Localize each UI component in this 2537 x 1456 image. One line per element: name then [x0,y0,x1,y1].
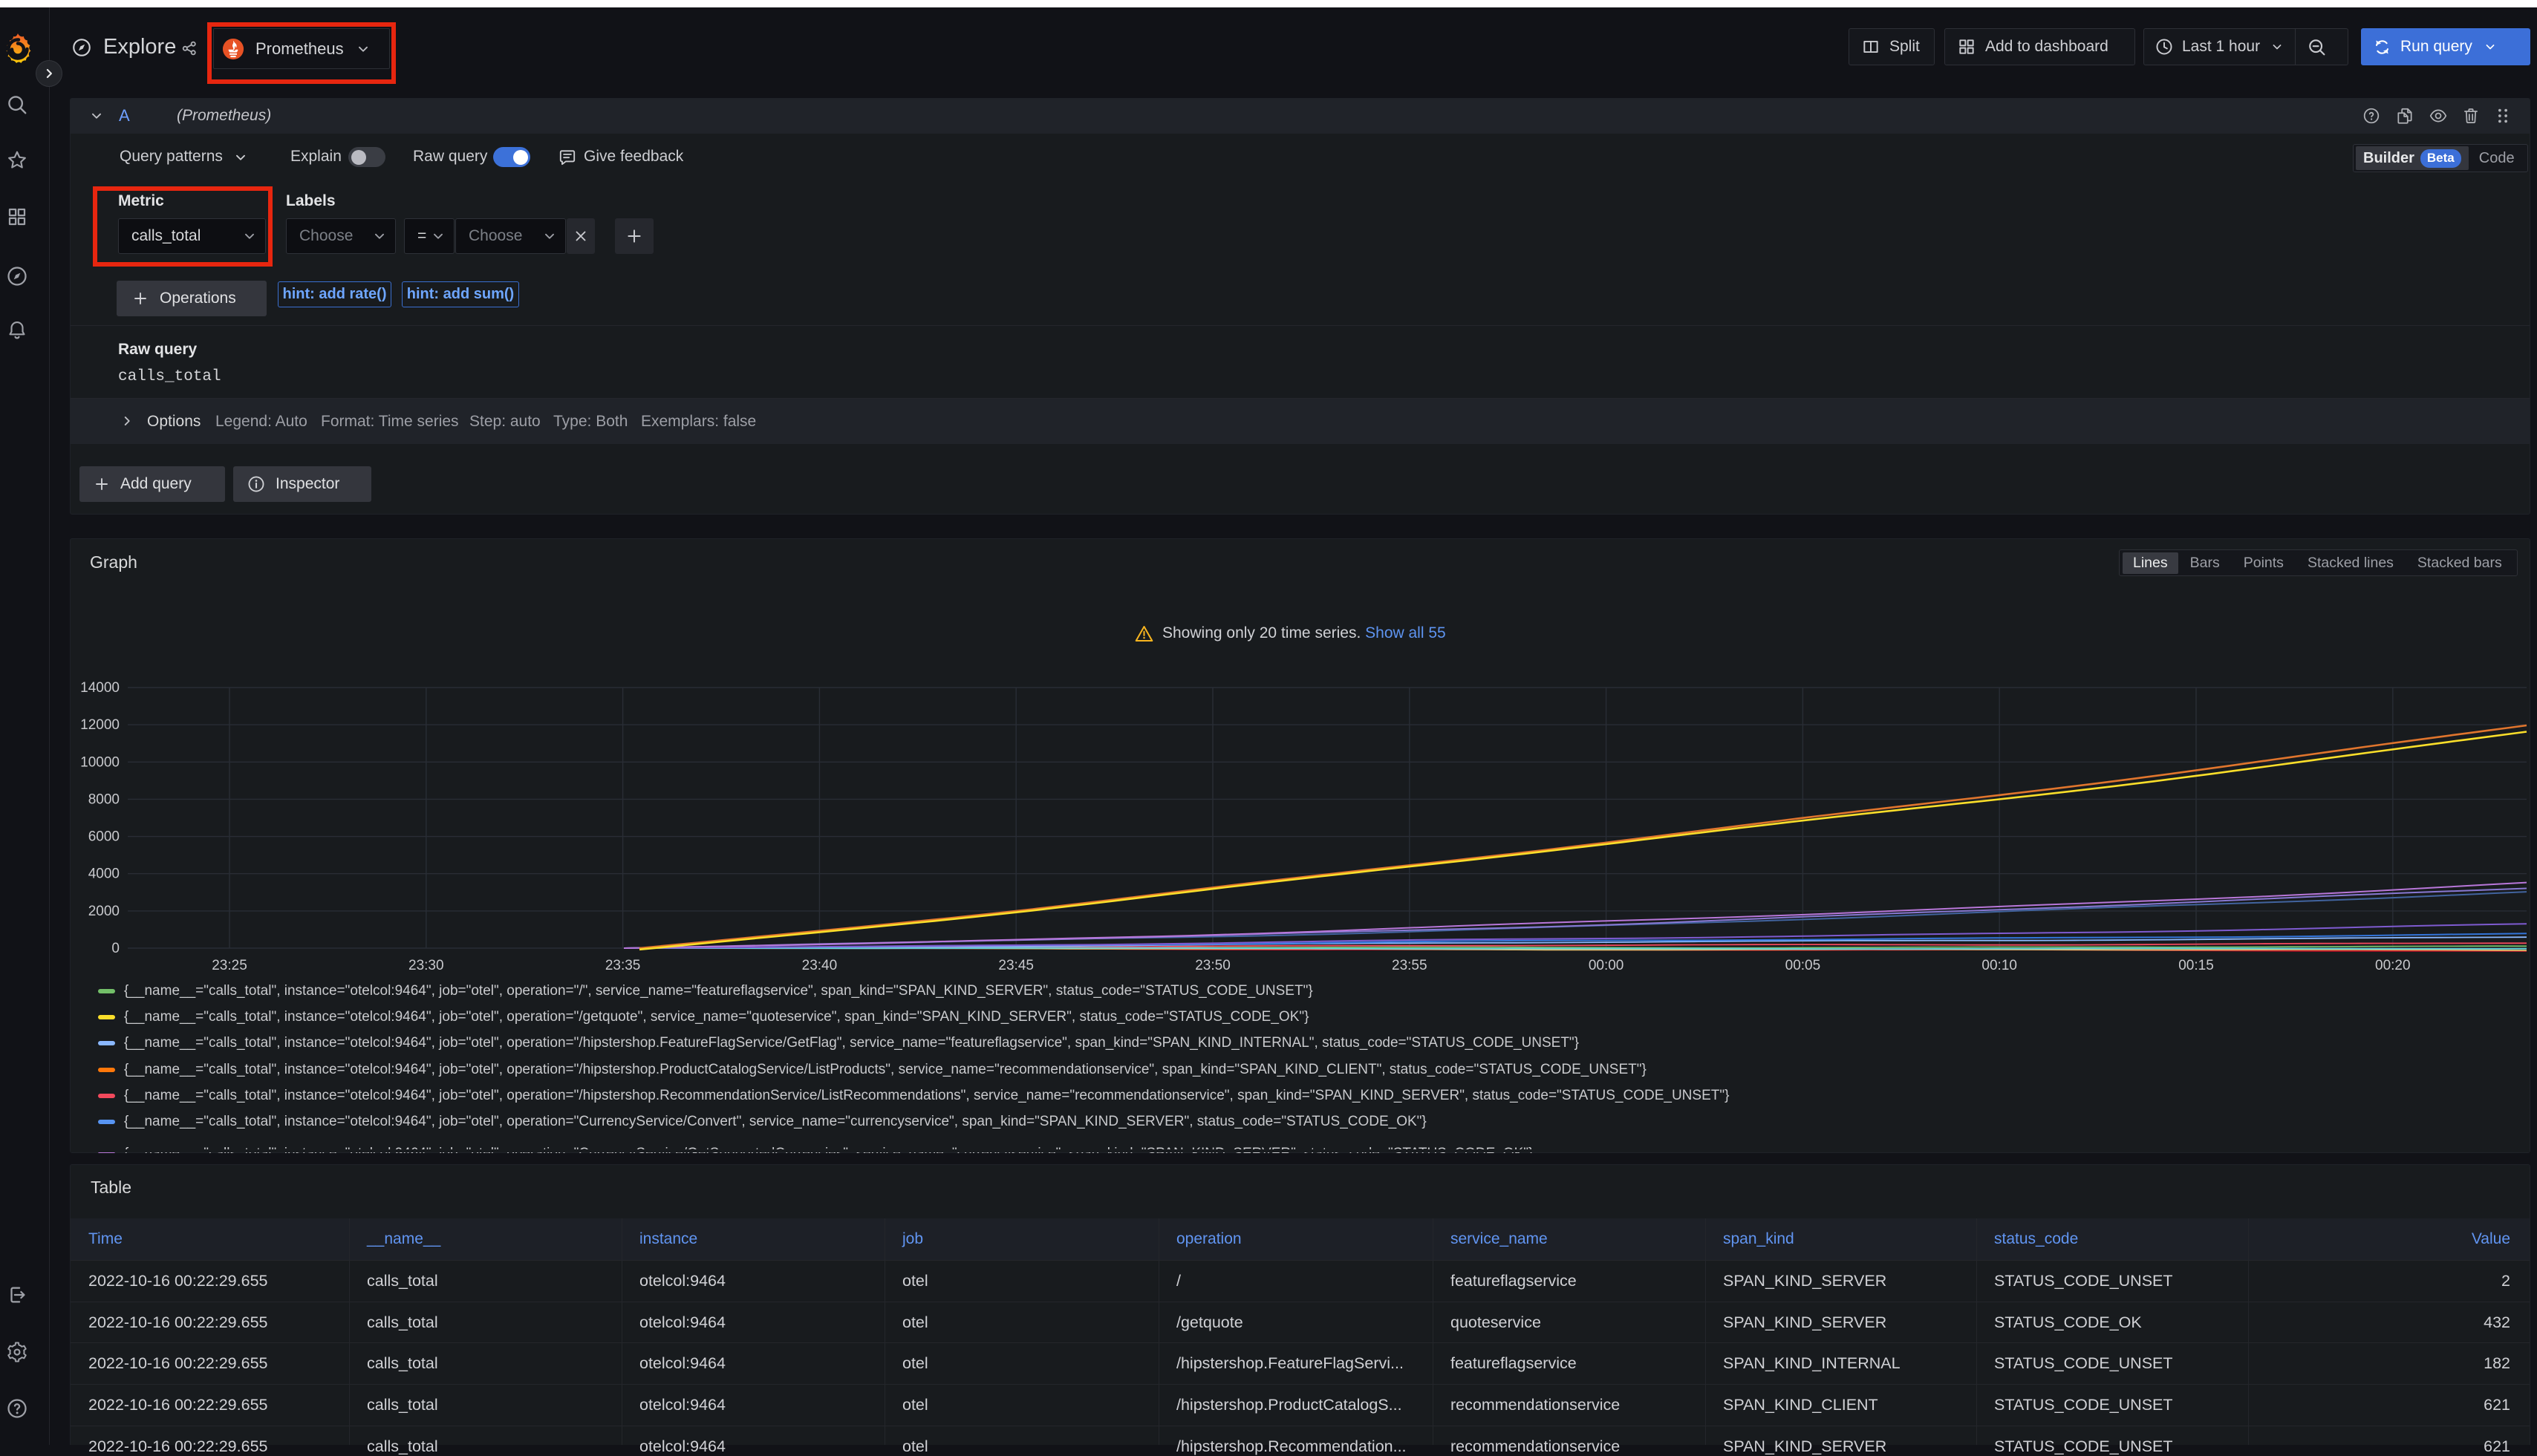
svg-text:23:55: 23:55 [1392,958,1427,973]
svg-text:14000: 14000 [80,680,120,696]
svg-text:00:20: 00:20 [2375,958,2411,973]
svg-text:00:15: 00:15 [2178,958,2214,973]
svg-text:12000: 12000 [80,717,120,733]
svg-text:23:25: 23:25 [212,958,247,973]
svg-text:23:30: 23:30 [408,958,444,973]
svg-text:23:35: 23:35 [605,958,641,973]
svg-text:6000: 6000 [88,829,120,845]
svg-text:00:00: 00:00 [1589,958,1624,973]
svg-text:4000: 4000 [88,866,120,882]
svg-text:23:45: 23:45 [998,958,1034,973]
svg-text:23:40: 23:40 [802,958,838,973]
svg-text:10000: 10000 [80,754,120,770]
svg-text:23:50: 23:50 [1195,958,1231,973]
svg-text:2000: 2000 [88,904,120,919]
svg-text:0: 0 [111,941,120,956]
svg-text:00:05: 00:05 [1785,958,1821,973]
svg-text:8000: 8000 [88,791,120,807]
svg-text:00:10: 00:10 [1981,958,2017,973]
